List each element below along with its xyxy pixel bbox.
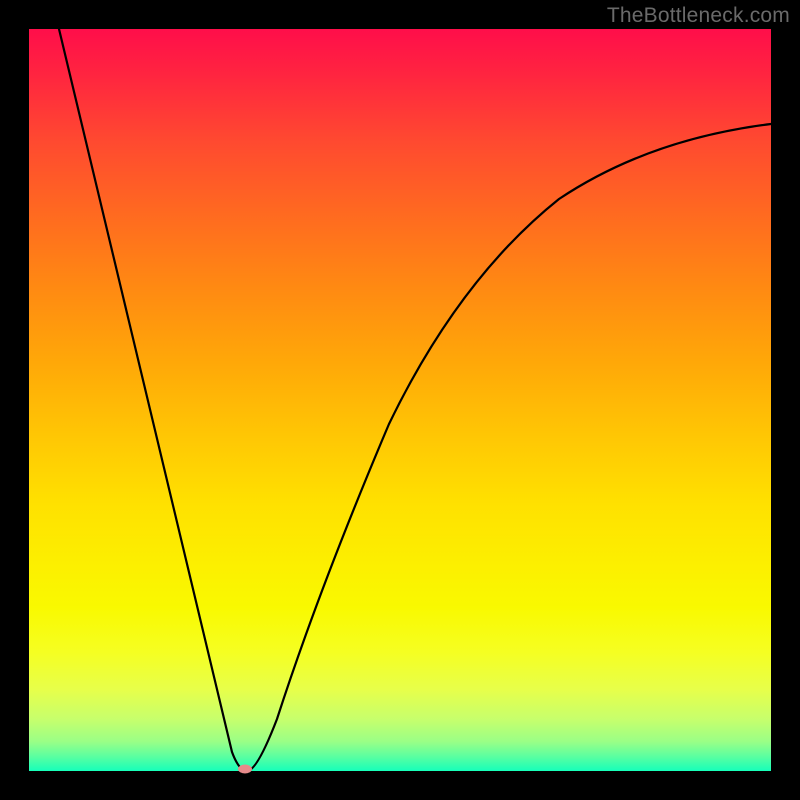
plot-area bbox=[29, 29, 771, 771]
chart-frame: TheBottleneck.com bbox=[0, 0, 800, 800]
watermark-text: TheBottleneck.com bbox=[607, 4, 790, 28]
bottleneck-curve bbox=[29, 29, 771, 771]
valley-marker bbox=[238, 765, 252, 774]
